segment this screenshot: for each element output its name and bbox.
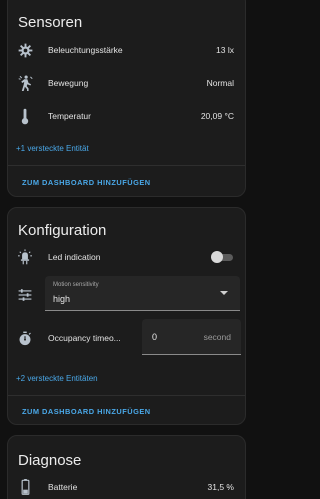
motion-label: Bewegung — [48, 78, 89, 88]
led-icon — [17, 249, 33, 265]
led-indication-label: Led indication — [48, 252, 101, 262]
sensor-row-illuminance[interactable]: Beleuchtungsstärke 13 lx — [8, 40, 245, 60]
motion-sensitivity-value: high — [53, 294, 71, 304]
battery-label: Batterie — [48, 482, 78, 492]
config-card-divider — [8, 395, 245, 396]
sensors-card-divider — [8, 165, 245, 166]
dropdown-arrow-icon — [220, 291, 228, 295]
sensor-row-motion[interactable]: Bewegung Normal — [8, 73, 245, 93]
brightness-gear-icon — [17, 42, 33, 58]
tune-sliders-icon — [17, 287, 33, 303]
led-indication-toggle[interactable] — [211, 251, 233, 263]
thermometer-icon — [17, 108, 33, 124]
diagnose-card-title: Diagnose — [18, 452, 82, 469]
occupancy-timeout-label: Occupancy timeo... — [48, 333, 121, 343]
config-card: Konfiguration Led indication Motion sens… — [7, 207, 246, 425]
toggle-knob — [211, 251, 223, 263]
sensors-card-title: Sensoren — [18, 14, 83, 31]
battery-icon — [17, 479, 33, 495]
config-card-title: Konfiguration — [18, 222, 107, 239]
temperature-label: Temperatur — [48, 111, 91, 121]
motion-sensor-icon — [17, 75, 33, 91]
motion-sensitivity-field-label: Motion sensitivity — [53, 282, 99, 288]
occupancy-timeout-value: 0 — [152, 332, 158, 342]
diagnose-card: Diagnose Batterie 31,5 % — [7, 435, 246, 499]
add-to-dashboard-button[interactable]: ZUM DASHBOARD HINZUFÜGEN — [22, 407, 151, 416]
device-page: Sensoren Beleuchtungsstärke 13 lx Bewegu… — [0, 0, 254, 499]
battery-value: 31,5 % — [207, 482, 234, 492]
temperature-value: 20,09 °C — [200, 111, 234, 121]
occupancy-timeout-input[interactable]: 0 second — [142, 319, 241, 355]
hidden-entities-link[interactable]: +1 versteckte Entität — [16, 144, 89, 153]
timer-icon — [17, 330, 33, 346]
add-to-dashboard-button[interactable]: ZUM DASHBOARD HINZUFÜGEN — [22, 178, 151, 187]
illuminance-label: Beleuchtungsstärke — [48, 45, 123, 55]
diagnose-row-battery[interactable]: Batterie 31,5 % — [8, 477, 245, 497]
illuminance-value: 13 lx — [216, 45, 234, 55]
sensor-row-temperature[interactable]: Temperatur 20,09 °C — [8, 106, 245, 126]
occupancy-timeout-unit: second — [203, 332, 231, 342]
motion-value: Normal — [206, 78, 234, 88]
motion-sensitivity-select[interactable]: Motion sensitivity high — [45, 276, 240, 311]
config-row-led[interactable]: Led indication — [8, 247, 245, 267]
hidden-entities-link[interactable]: +2 versteckte Entitäten — [16, 374, 98, 383]
sensors-card: Sensoren Beleuchtungsstärke 13 lx Bewegu… — [7, 0, 246, 197]
